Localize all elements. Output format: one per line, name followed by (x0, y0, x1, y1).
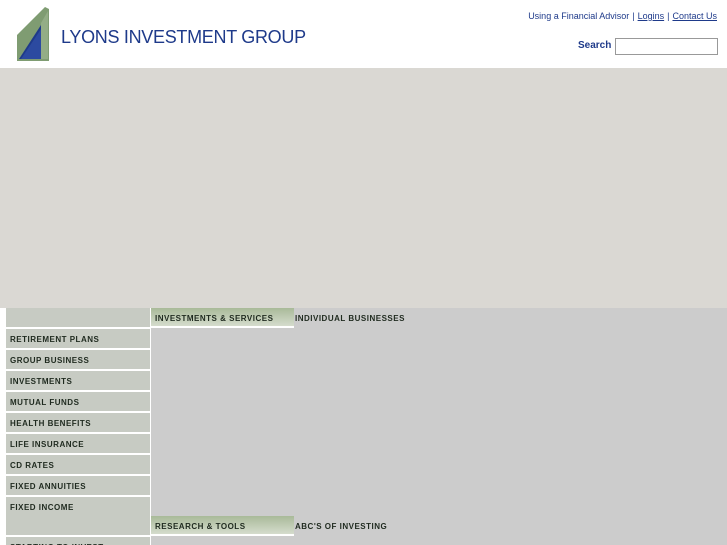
nav-cd-rates[interactable]: CD RATES (6, 455, 150, 474)
contact-link[interactable]: Contact Us (672, 11, 717, 21)
lyons-logo-icon[interactable] (15, 5, 51, 63)
nav-spacer (6, 516, 150, 535)
section-investments-services[interactable]: INVESTMENTS & SERVICES (151, 308, 294, 328)
content-panel (151, 308, 727, 545)
nav-spacer (6, 308, 150, 327)
link-separator: | (632, 11, 635, 21)
hero-banner (0, 68, 727, 308)
nav-retirement-plans[interactable]: RETIREMENT PLANS (6, 329, 150, 348)
nav-health-benefits[interactable]: HEALTH BENEFITS (6, 413, 150, 432)
nav-fixed-income[interactable]: FIXED INCOME (6, 497, 150, 516)
advisor-link[interactable]: Using a Financial Advisor (528, 11, 629, 21)
nav-mutual-funds[interactable]: MUTUAL FUNDS (6, 392, 150, 411)
nav-life-insurance[interactable]: LIFE INSURANCE (6, 434, 150, 453)
nav-group-business[interactable]: GROUP BUSINESS (6, 350, 150, 369)
navigation-area: RETIREMENT PLANS GROUP BUSINESS INVESTME… (0, 308, 727, 545)
search-input[interactable] (615, 38, 718, 55)
top-links: Using a Financial Advisor | Logins | Contact… (528, 11, 717, 21)
section-research-tools[interactable]: RESEARCH & TOOLS (151, 516, 294, 536)
section-individual-businesses[interactable]: INDIVIDUAL BUSINESSES (295, 308, 405, 328)
logins-link[interactable]: Logins (638, 11, 665, 21)
nav-fixed-annuities[interactable]: FIXED ANNUITIES (6, 476, 150, 495)
link-separator: | (667, 11, 670, 21)
nav-investments[interactable]: INVESTMENTS (6, 371, 150, 390)
search-label: Search (578, 40, 612, 51)
logo-text[interactable]: LYONS INVESTMENT GROUP (61, 27, 306, 48)
section-abcs-of-investing[interactable]: ABC'S OF INVESTING (295, 516, 387, 536)
site-header: LYONS INVESTMENT GROUP Using a Financial… (0, 0, 727, 68)
nav-starting-to-invest[interactable]: STARTING TO INVEST (6, 537, 150, 545)
